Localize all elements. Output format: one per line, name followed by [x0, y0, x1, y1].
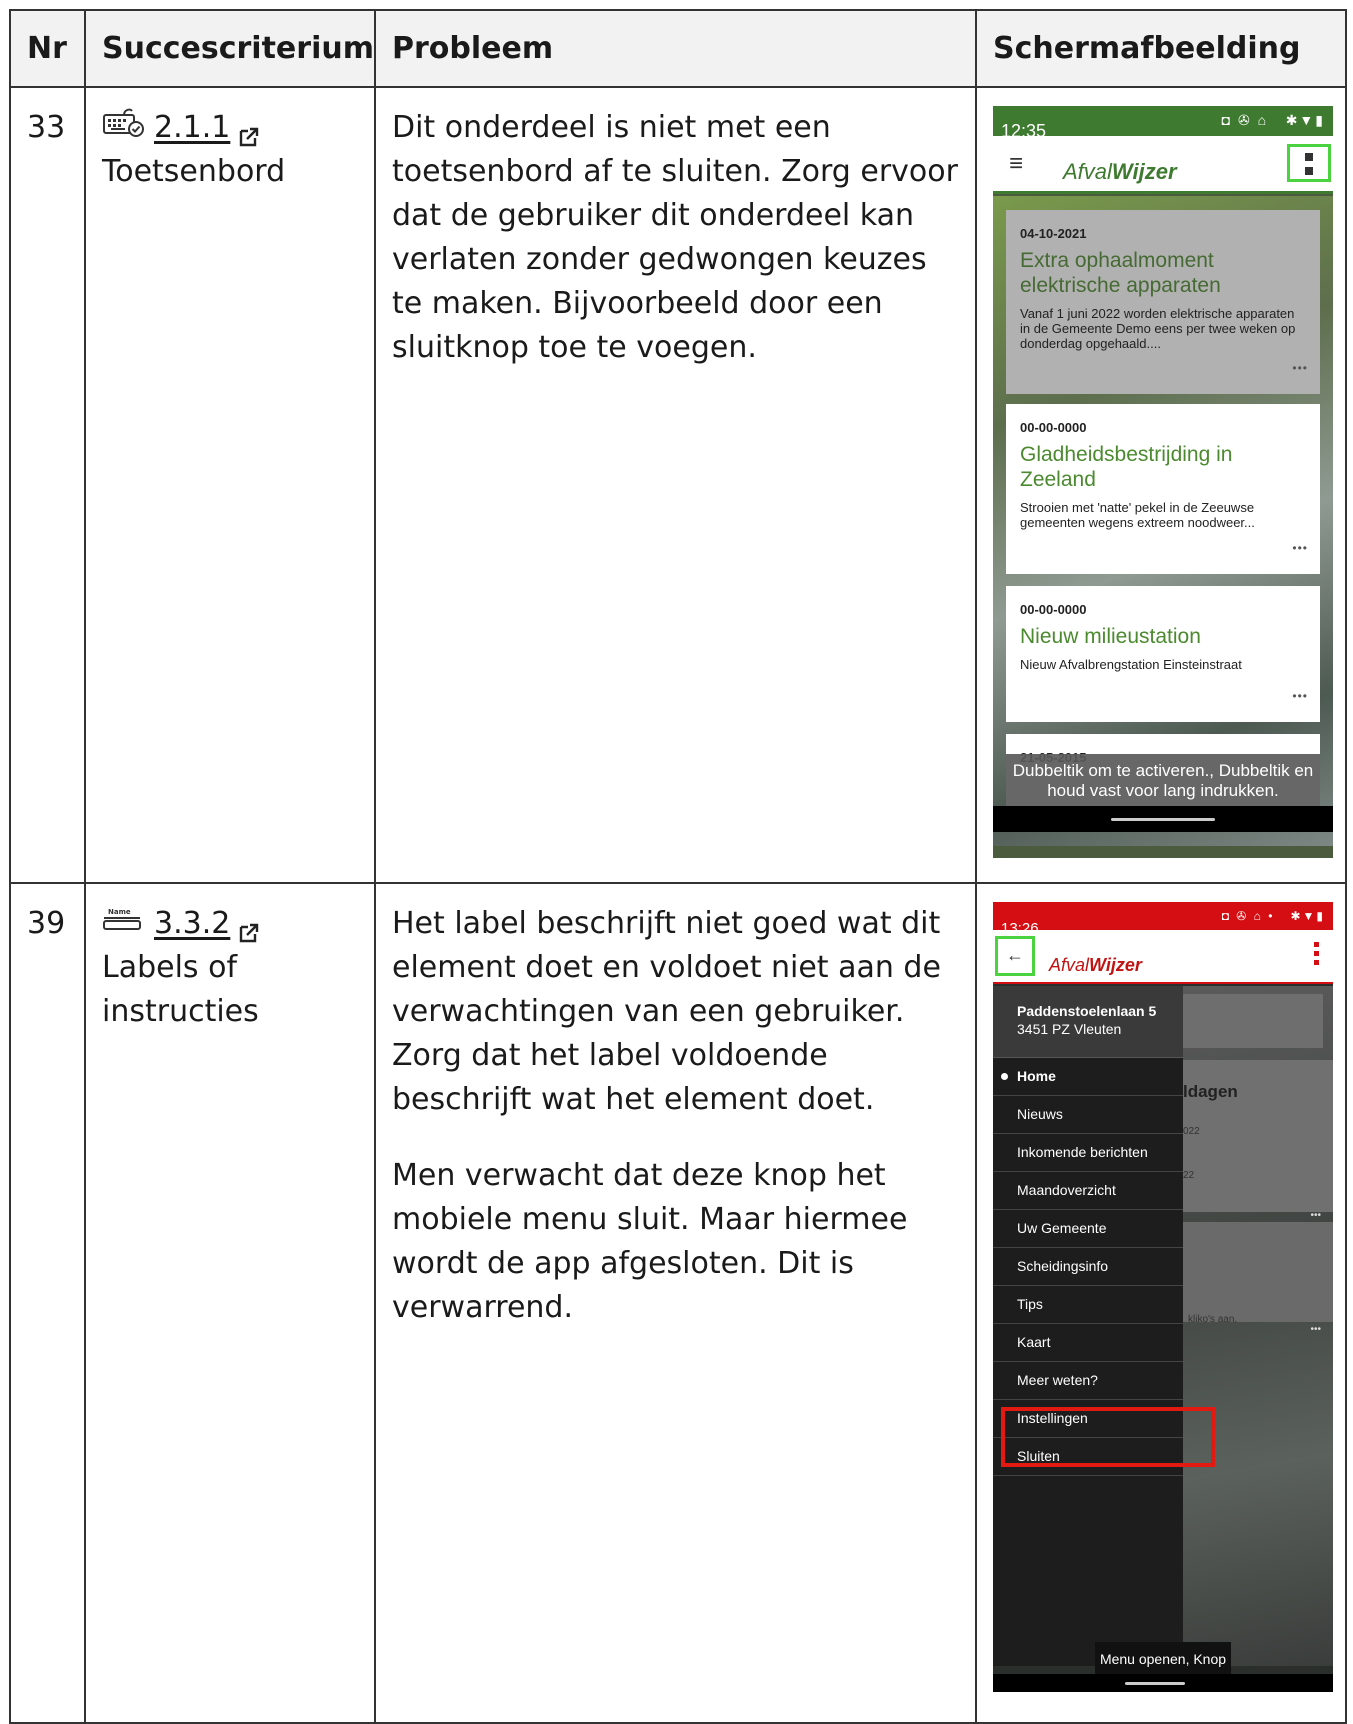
status-time: 12:35: [1001, 121, 1047, 141]
table-row: 39 Name 3.3.2 Labels of instructies Het …: [9, 882, 1347, 1724]
svg-text:Name: Name: [108, 908, 131, 916]
table-row: 33 2.1.1 Toetsenbord Dit onderdeel is ni…: [9, 86, 1347, 884]
status-bar: 13:26 ◘ ✇ ⌂ • ✱▼▮: [993, 902, 1333, 937]
problem-cell: Het label beschrijft niet goed wat dit e…: [374, 882, 977, 1724]
criterion-name: Labels of instructies: [102, 950, 259, 1029]
header-nr: Nr: [9, 9, 86, 88]
header-criterion: Succescriterium: [84, 9, 376, 88]
news-card: 00-00-0000 Gladheidsbestrijding in Zeela…: [1006, 404, 1320, 574]
drawer-item: Nieuws: [993, 1096, 1183, 1134]
talkback-toast: Dubbeltik om te activeren., Dubbeltik en…: [1006, 754, 1320, 806]
status-bar: 12:35 ◘ ✇ ⌂ ✱▼▮: [993, 106, 1333, 141]
drawer-item: Uw Gemeente: [993, 1210, 1183, 1248]
kebab-menu-icon: [1314, 942, 1319, 969]
app-logo: AfvalWijzer: [1063, 159, 1177, 184]
row-nr: 39: [9, 882, 86, 1724]
more-icon: •••: [1292, 541, 1308, 555]
status-icons: ◘ ✇ ⌂ • ✱▼▮: [1221, 909, 1325, 923]
header-screenshot: Schermafbeelding: [975, 9, 1347, 88]
drawer-item: Maandoverzicht: [993, 1172, 1183, 1210]
keyboard-icon: [102, 106, 146, 150]
more-icon: •••: [1292, 689, 1308, 703]
nav-bar: [993, 806, 1333, 832]
news-card: 04-10-2021 Extra ophaalmoment elektrisch…: [1006, 210, 1320, 394]
criterion-cell: 2.1.1 Toetsenbord: [84, 86, 376, 884]
app-logo: AfvalWijzer: [1049, 955, 1142, 975]
criterion-name: Toetsenbord: [102, 154, 286, 189]
highlight-box: [1001, 1407, 1215, 1467]
back-arrow-icon: ←: [995, 936, 1035, 976]
screenshot-cell: ldagen 022 22 kliko's aan. ••• ••• 13:26…: [975, 882, 1347, 1724]
status-icons: ◘ ✇ ⌂ ✱▼▮: [1221, 112, 1325, 128]
nav-bar: [993, 1674, 1333, 1692]
more-icon: •••: [1292, 361, 1308, 375]
screenshot-image: ldagen 022 22 kliko's aan. ••• ••• 13:26…: [993, 902, 1333, 1692]
screenshot-cell: 12:35 ◘ ✇ ⌂ ✱▼▮ ≡ AfvalWijzer 04-10-2021…: [975, 86, 1347, 884]
problem-text: Dit onderdeel is niet met een toetsenbor…: [392, 110, 958, 365]
kebab-menu-icon: [1287, 144, 1331, 182]
criterion-link[interactable]: 2.1.1: [154, 106, 230, 150]
problem-text: Het label beschrijft niet goed wat dit e…: [392, 906, 941, 1117]
app-bar: ← AfvalWijzer: [993, 930, 1333, 984]
navigation-drawer: Paddenstoelenlaan 5 3451 PZ Vleuten Home…: [993, 986, 1183, 1666]
criterion-link[interactable]: 3.3.2: [154, 902, 230, 946]
news-card: 00-00-0000 Nieuw milieustation Nieuw Afv…: [1006, 586, 1320, 722]
problem-text: Men verwacht dat deze knop het mobiele m…: [392, 1158, 908, 1325]
status-time: 13:26: [1001, 920, 1039, 937]
screenshot-image: 12:35 ◘ ✇ ⌂ ✱▼▮ ≡ AfvalWijzer 04-10-2021…: [993, 106, 1333, 858]
drawer-item-home: Home: [993, 1058, 1183, 1096]
drawer-address: Paddenstoelenlaan 5 3451 PZ Vleuten: [993, 986, 1183, 1058]
hamburger-icon: ≡: [1009, 150, 1024, 177]
drawer-item: Kaart: [993, 1324, 1183, 1362]
audit-table: Nr Succescriterium Probleem Schermafbeel…: [9, 9, 1347, 1724]
table-header-row: Nr Succescriterium Probleem Schermafbeel…: [9, 9, 1347, 88]
problem-cell: Dit onderdeel is niet met een toetsenbor…: [374, 86, 977, 884]
row-nr: 33: [9, 86, 86, 884]
drawer-item: Inkomende berichten: [993, 1134, 1183, 1172]
drawer-item: Scheidingsinfo: [993, 1248, 1183, 1286]
name-label-icon: Name: [102, 902, 146, 946]
header-problem: Probleem: [374, 9, 977, 88]
app-bar: ≡ AfvalWijzer: [993, 136, 1333, 194]
external-link-icon: [238, 117, 260, 147]
talkback-tooltip: Menu openen, Knop: [1095, 1642, 1231, 1676]
external-link-icon: [238, 913, 260, 943]
drawer-item: Tips: [993, 1286, 1183, 1324]
criterion-cell: Name 3.3.2 Labels of instructies: [84, 882, 376, 1724]
background-text: ldagen: [1183, 1082, 1238, 1101]
drawer-item: Meer weten?: [993, 1362, 1183, 1400]
